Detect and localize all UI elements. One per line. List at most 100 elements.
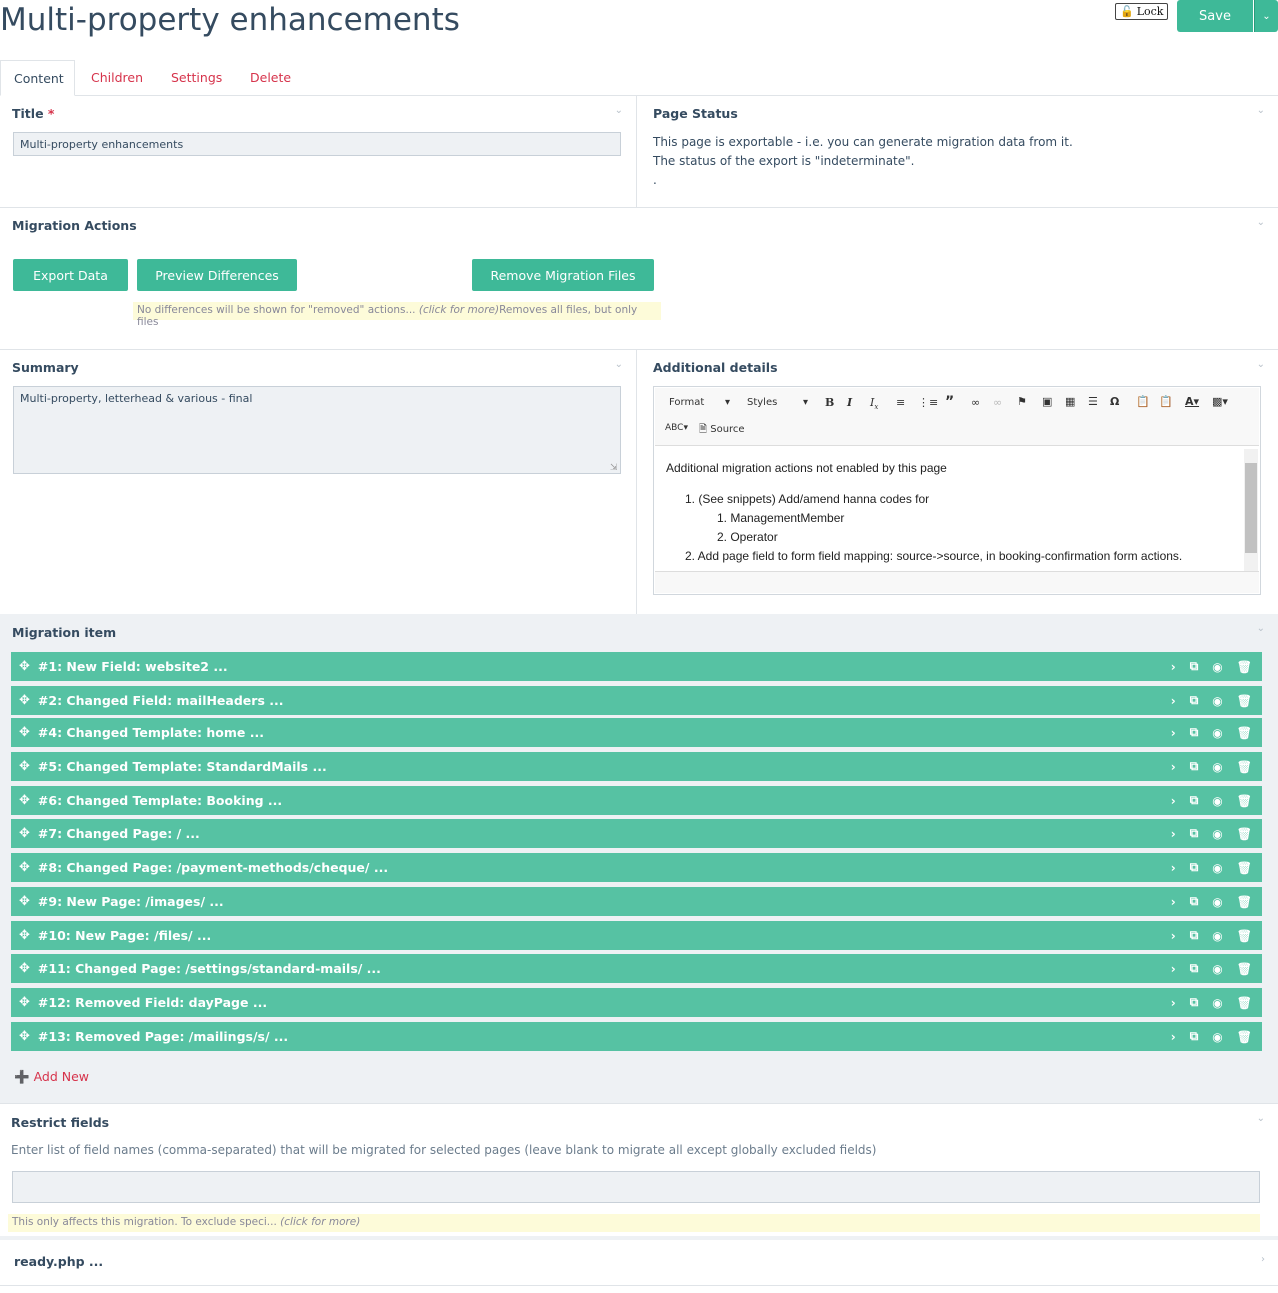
add-new-button[interactable]: ➕ Add New	[14, 1069, 89, 1085]
numbered-list-icon[interactable]: ≡	[896, 396, 905, 409]
drag-handle-icon[interactable]: ✥	[19, 793, 30, 808]
toggle-icon[interactable]: ◉	[1212, 827, 1222, 841]
toggle-icon[interactable]: ◉	[1212, 660, 1222, 674]
copy-icon[interactable]: ⧉	[1190, 826, 1199, 841]
spellcheck-icon[interactable]: ABC▾	[665, 423, 688, 433]
toggle-icon[interactable]: ◉	[1212, 962, 1222, 976]
actions-note[interactable]: No differences will be shown for "remove…	[133, 302, 661, 328]
bold-icon[interactable]: B	[825, 396, 834, 409]
chevron-right-icon[interactable]: ›	[1171, 827, 1176, 841]
trash-icon[interactable]: 🗑	[1237, 694, 1252, 708]
anchor-flag-icon[interactable]: ⚑	[1017, 395, 1027, 408]
migration-item-row[interactable]: ✥ #9: New Page: /images/ ... › ⧉ ◉ 🗑	[11, 887, 1262, 916]
migration-item-row[interactable]: ✥ #11: Changed Page: /settings/standard-m…	[11, 954, 1262, 983]
trash-icon[interactable]: 🗑	[1237, 660, 1252, 674]
migration-item-row[interactable]: ✥ #6: Changed Template: Booking ... › ⧉ ◉ 🗑	[11, 786, 1262, 815]
title-input[interactable]: Multi-property enhancements	[13, 132, 621, 156]
copy-icon[interactable]: ⧉	[1190, 693, 1199, 708]
remove-migration-files-button[interactable]: Remove Migration Files	[472, 259, 654, 291]
copy-icon[interactable]: ⧉	[1190, 759, 1199, 774]
trash-icon[interactable]: 🗑	[1237, 861, 1252, 875]
chevron-down-icon[interactable]: ⌄	[1257, 1113, 1265, 1124]
special-char-icon[interactable]: Ω	[1110, 395, 1119, 408]
drag-handle-icon[interactable]: ✥	[19, 928, 30, 943]
chevron-down-icon[interactable]: ⌄	[1257, 359, 1265, 370]
blockquote-icon[interactable]: ”	[945, 394, 954, 410]
drag-handle-icon[interactable]: ✥	[19, 860, 30, 875]
chevron-right-icon[interactable]: ›	[1171, 794, 1176, 808]
drag-handle-icon[interactable]: ✥	[19, 659, 30, 674]
chevron-down-icon[interactable]: ⌄	[615, 359, 623, 370]
lock-button[interactable]: 🔓 Lock	[1115, 3, 1168, 20]
paste-text-icon[interactable]: 📋	[1136, 395, 1150, 408]
resize-handle-icon[interactable]: ⇲	[610, 463, 618, 473]
toggle-icon[interactable]: ◉	[1212, 694, 1222, 708]
trash-icon[interactable]: 🗑	[1237, 929, 1252, 943]
styles-dropdown[interactable]: Styles ▾	[747, 397, 811, 408]
chevron-down-icon[interactable]: ⌄	[1257, 105, 1265, 116]
copy-icon[interactable]: ⧉	[1190, 961, 1199, 976]
migration-item-row[interactable]: ✥ #8: Changed Page: /payment-methods/cheq…	[11, 853, 1262, 882]
copy-icon[interactable]: ⧉	[1190, 1029, 1199, 1044]
chevron-right-icon[interactable]: ›	[1171, 929, 1176, 943]
copy-icon[interactable]: ⧉	[1190, 659, 1199, 674]
copy-icon[interactable]: ⧉	[1190, 860, 1199, 875]
trash-icon[interactable]: 🗑	[1237, 827, 1252, 841]
export-data-button[interactable]: Export Data	[13, 259, 128, 291]
migration-item-row[interactable]: ✥ #4: Changed Template: home ... › ⧉ ◉ 🗑	[11, 718, 1262, 747]
trash-icon[interactable]: 🗑	[1237, 726, 1252, 740]
rich-text-editor[interactable]: Format ▾ Styles ▾ B I Ix ≡ ⋮≡ ” ∞ ∞ ⚑ ▣ ▦ …	[653, 386, 1261, 595]
tab-delete[interactable]: Delete	[237, 60, 304, 96]
copy-icon[interactable]: ⧉	[1190, 894, 1199, 909]
chevron-right-icon[interactable]: ›	[1171, 895, 1176, 909]
text-color-icon[interactable]: A▾	[1185, 395, 1199, 408]
format-dropdown[interactable]: Format ▾	[669, 397, 733, 408]
drag-handle-icon[interactable]: ✥	[19, 961, 30, 976]
drag-handle-icon[interactable]: ✥	[19, 826, 30, 841]
drag-handle-icon[interactable]: ✥	[19, 725, 30, 740]
restrict-note[interactable]: This only affects this migration. To exc…	[8, 1214, 1260, 1232]
summary-textarea[interactable]: Multi-property, letterhead & various - f…	[13, 386, 621, 474]
chevron-right-icon[interactable]: ›	[1171, 996, 1176, 1010]
paste-word-icon[interactable]: 📋	[1159, 395, 1173, 408]
remove-format-icon[interactable]: Ix	[870, 396, 878, 411]
image-icon[interactable]: ▣	[1042, 395, 1052, 408]
horizontal-rule-icon[interactable]: ☰	[1088, 395, 1098, 408]
migration-item-row[interactable]: ✥ #7: Changed Page: / ... › ⧉ ◉ 🗑	[11, 819, 1262, 848]
copy-icon[interactable]: ⧉	[1190, 725, 1199, 740]
chevron-right-icon[interactable]: ›	[1171, 660, 1176, 674]
chevron-right-icon[interactable]: ›	[1171, 694, 1176, 708]
chevron-right-icon[interactable]: ›	[1171, 726, 1176, 740]
migration-item-row[interactable]: ✥ #13: Removed Page: /mailings/s/ ... › ⧉ ◉ 🗑	[11, 1022, 1262, 1051]
trash-icon[interactable]: 🗑	[1237, 794, 1252, 808]
tab-content[interactable]: Content	[0, 60, 75, 96]
copy-icon[interactable]: ⧉	[1190, 995, 1199, 1010]
table-icon[interactable]: ▦	[1065, 395, 1075, 408]
trash-icon[interactable]: 🗑	[1237, 996, 1252, 1010]
unlink-icon[interactable]: ∞	[993, 396, 1002, 409]
migration-item-row[interactable]: ✥ #10: New Page: /files/ ... › ⧉ ◉ 🗑	[11, 921, 1262, 950]
chevron-right-icon[interactable]: ›	[1171, 1030, 1176, 1044]
toggle-icon[interactable]: ◉	[1212, 895, 1222, 909]
toggle-icon[interactable]: ◉	[1212, 760, 1222, 774]
tab-settings[interactable]: Settings	[158, 60, 235, 96]
migration-item-row[interactable]: ✥ #2: Changed Field: mailHeaders ... › ⧉ ◉ 🗑	[11, 686, 1262, 715]
drag-handle-icon[interactable]: ✥	[19, 894, 30, 909]
click-for-more-link[interactable]: (click for more)	[280, 1216, 360, 1228]
chevron-down-icon[interactable]: ⌄	[1257, 623, 1265, 634]
toggle-icon[interactable]: ◉	[1212, 929, 1222, 943]
preview-differences-button[interactable]: Preview Differences	[137, 259, 297, 291]
migration-item-row[interactable]: ✥ #12: Removed Field: dayPage ... › ⧉ ◉ 🗑	[11, 988, 1262, 1017]
background-color-icon[interactable]: ▩▾	[1212, 395, 1228, 408]
ready-php-section[interactable]: ready.php ... ›	[0, 1244, 1278, 1286]
chevron-right-icon[interactable]: ›	[1261, 1254, 1265, 1265]
chevron-down-icon[interactable]: ⌄	[1257, 217, 1265, 228]
toggle-icon[interactable]: ◉	[1212, 861, 1222, 875]
drag-handle-icon[interactable]: ✥	[19, 693, 30, 708]
migration-item-row[interactable]: ✥ #1: New Field: website2 ... › ⧉ ◉ 🗑	[11, 652, 1262, 681]
bullet-list-icon[interactable]: ⋮≡	[918, 396, 938, 409]
copy-icon[interactable]: ⧉	[1190, 793, 1199, 808]
editor-scrollbar[interactable]	[1244, 449, 1258, 571]
copy-icon[interactable]: ⧉	[1190, 928, 1199, 943]
toggle-icon[interactable]: ◉	[1212, 996, 1222, 1010]
